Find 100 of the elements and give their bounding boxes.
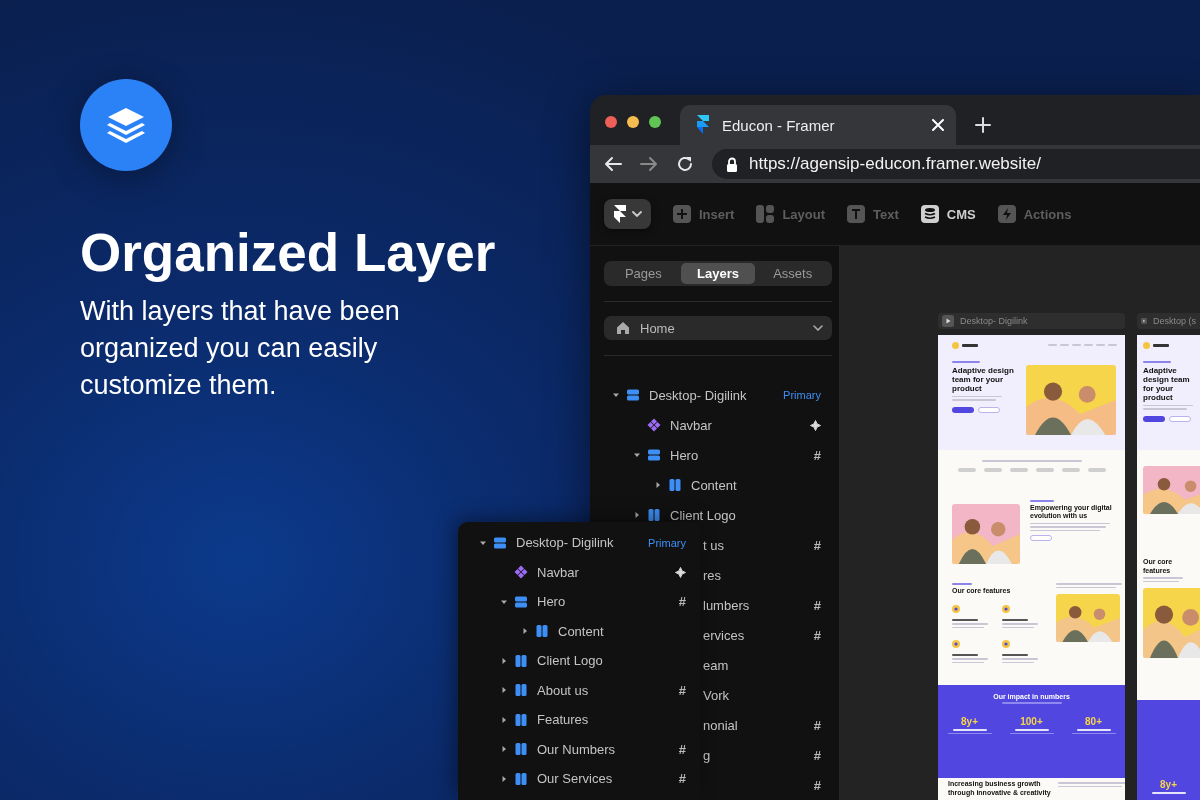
layer-name[interactable]: Desktop- Digilink xyxy=(649,387,747,403)
layer-name[interactable]: Our Services xyxy=(537,771,613,787)
close-icon[interactable] xyxy=(932,119,944,131)
columns-icon xyxy=(535,624,549,639)
text-line xyxy=(952,399,996,401)
layer-name[interactable]: Client Logo xyxy=(670,507,736,523)
expand-arrow-icon[interactable] xyxy=(654,481,662,489)
play-icon xyxy=(942,315,954,327)
layer-name[interactable]: Vork xyxy=(703,687,729,703)
hash-symbol: # xyxy=(813,747,821,763)
framer-logo-icon xyxy=(696,115,710,135)
columns-icon xyxy=(668,478,682,492)
toolbar-button[interactable]: CMS xyxy=(920,205,976,223)
panel-tab[interactable]: Pages xyxy=(606,263,681,284)
layer-name[interactable]: t us xyxy=(703,537,724,553)
frame-label[interactable]: Desktop- Digilink xyxy=(938,313,1125,329)
primary-label: Primary xyxy=(648,536,686,549)
layer-name[interactable]: eam xyxy=(703,657,729,673)
layer-name[interactable]: nonial xyxy=(703,717,738,733)
feature-icon xyxy=(952,640,960,648)
layer-name[interactable]: Our Numbers xyxy=(537,741,616,757)
layer-name[interactable]: Hero xyxy=(670,447,699,463)
button-shape xyxy=(1030,535,1052,541)
page-dropdown[interactable]: Home xyxy=(604,316,832,341)
back-icon[interactable] xyxy=(604,156,622,172)
plus-icon[interactable] xyxy=(975,117,991,133)
stat-value: 8y+ xyxy=(1160,779,1177,790)
feature-icon xyxy=(1002,605,1010,613)
feature-icon xyxy=(952,605,960,613)
layer-name[interactable]: Navbar xyxy=(670,417,712,433)
text-line xyxy=(952,654,978,656)
hash-symbol: # xyxy=(813,447,821,463)
stack-icon xyxy=(514,594,528,609)
window-control-icon[interactable] xyxy=(649,116,661,128)
layer-name[interactable]: ervices xyxy=(703,627,745,643)
framer-menu-button[interactable] xyxy=(604,199,651,229)
plus-icon xyxy=(810,419,821,431)
bolt-icon xyxy=(997,205,1016,223)
text-line xyxy=(952,619,978,621)
client-logo xyxy=(1009,467,1028,472)
layer-name[interactable]: About us xyxy=(537,682,589,698)
hash-symbol: # xyxy=(678,682,686,698)
stat-value: 8y+ xyxy=(961,715,978,727)
address-field[interactable]: https://agensip-educon.framer.website/ xyxy=(712,149,1200,179)
text-line xyxy=(952,583,972,585)
text-line xyxy=(1143,361,1171,363)
lock-icon xyxy=(726,156,738,172)
collapse-arrow-icon[interactable] xyxy=(633,451,641,459)
layer-name[interactable]: Content xyxy=(558,623,604,639)
panel-tab[interactable]: Assets xyxy=(755,263,830,284)
columns-icon xyxy=(514,653,528,668)
layout-icon xyxy=(756,205,775,223)
component-icon xyxy=(514,565,528,580)
text-line xyxy=(952,361,980,363)
collapse-arrow-icon[interactable] xyxy=(612,391,620,399)
text-line xyxy=(1002,654,1028,656)
layer-name[interactable]: res xyxy=(703,567,722,583)
tab-title: Educon - Framer xyxy=(722,116,836,134)
text-icon xyxy=(847,205,866,223)
client-logo xyxy=(957,467,976,472)
expand-arrow-icon[interactable] xyxy=(500,656,508,665)
layer-name[interactable]: Hero xyxy=(537,594,566,610)
text-line xyxy=(952,395,1002,397)
button-shape xyxy=(1143,415,1165,422)
stat-value: 80+ xyxy=(1085,715,1102,727)
expand-arrow-icon[interactable] xyxy=(500,715,508,724)
layer-name[interactable]: Desktop- Digilink xyxy=(516,535,614,551)
layer-name[interactable]: g xyxy=(703,747,711,763)
hash-symbol: # xyxy=(813,537,821,553)
panel-tab[interactable]: Layers xyxy=(680,263,756,284)
layer-name[interactable]: Content xyxy=(691,477,737,493)
browser-tab[interactable]: Educon - Framer xyxy=(680,105,956,145)
layer-name[interactable]: Client Logo xyxy=(537,653,603,669)
client-logo xyxy=(1061,467,1080,472)
columns-icon xyxy=(647,508,661,522)
expand-arrow-icon[interactable] xyxy=(500,774,508,783)
layer-name[interactable]: lumbers xyxy=(703,597,750,613)
window-control-icon[interactable] xyxy=(627,116,639,128)
feature-icon xyxy=(1002,640,1010,648)
text-line xyxy=(962,343,978,347)
columns-icon xyxy=(514,683,528,698)
layers-icon xyxy=(80,79,172,171)
expand-arrow-icon[interactable] xyxy=(500,686,508,695)
client-logo xyxy=(1087,467,1106,472)
reload-icon[interactable] xyxy=(676,155,694,173)
button-shape xyxy=(978,406,1000,413)
expand-arrow-icon[interactable] xyxy=(500,745,508,754)
columns-icon xyxy=(514,742,528,757)
stat-value: 100+ xyxy=(1020,715,1043,727)
text-line xyxy=(1108,344,1117,346)
hash-symbol: # xyxy=(813,597,821,613)
frame-label[interactable]: Desktop (s xyxy=(1137,313,1200,329)
layer-name[interactable]: Features xyxy=(537,712,589,728)
forward-icon[interactable] xyxy=(640,156,658,172)
window-control-icon[interactable] xyxy=(605,116,617,128)
layer-name[interactable]: Navbar xyxy=(537,564,579,580)
caret-icon xyxy=(631,211,642,217)
expand-arrow-icon[interactable] xyxy=(521,627,529,636)
text-line xyxy=(1072,344,1081,346)
expand-arrow-icon[interactable] xyxy=(633,511,641,519)
